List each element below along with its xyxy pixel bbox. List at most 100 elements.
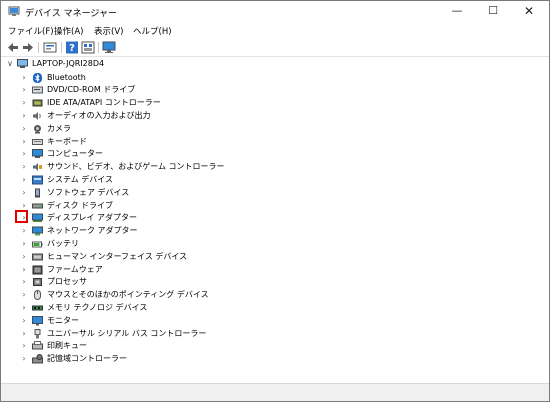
expand-chevron-icon[interactable]: › bbox=[19, 340, 29, 352]
computer-icon bbox=[32, 149, 43, 159]
expand-chevron-icon[interactable]: › bbox=[19, 238, 29, 250]
window-title: デバイス マネージャー bbox=[25, 9, 117, 19]
disk-drive-icon bbox=[32, 203, 43, 208]
expand-chevron-icon[interactable]: › bbox=[19, 264, 29, 276]
expand-chevron-icon[interactable]: › bbox=[19, 84, 29, 96]
expand-chevron-icon[interactable]: › bbox=[19, 225, 29, 237]
usb-icon bbox=[34, 328, 41, 338]
view-icon[interactable] bbox=[81, 41, 95, 54]
tree-item[interactable]: › Bluetooth bbox=[2, 72, 302, 85]
tree-item[interactable]: › バッテリ bbox=[2, 238, 302, 251]
expand-chevron-icon[interactable]: › bbox=[19, 315, 29, 327]
help-icon[interactable]: ? bbox=[65, 41, 79, 54]
expand-chevron-icon[interactable]: › bbox=[19, 97, 29, 109]
expand-chevron-icon[interactable]: › bbox=[19, 72, 29, 84]
tree-item[interactable]: › ディスプレイ アダプター bbox=[2, 212, 302, 225]
tree-item-label: カメラ bbox=[47, 123, 71, 133]
expand-chevron-icon[interactable]: › bbox=[19, 136, 29, 148]
expand-chevron-icon[interactable]: › bbox=[19, 276, 29, 288]
hid-icon bbox=[32, 253, 43, 261]
tree-item-label: プロセッサ bbox=[47, 277, 87, 287]
menu-view[interactable]: 表示(V) bbox=[94, 25, 123, 37]
tree-item[interactable]: › ディスク ドライブ bbox=[2, 200, 302, 213]
device-manager-window: デバイス マネージャー — ☐ ✕ ファイル(F) 操作(A) 表示(V) ヘル… bbox=[0, 0, 550, 402]
tree-item[interactable]: › 記憶域コントローラー bbox=[2, 353, 302, 366]
tree-item-label: ディスプレイ アダプター bbox=[47, 213, 137, 223]
expand-chevron-icon[interactable]: › bbox=[19, 289, 29, 301]
audio-icon bbox=[33, 111, 41, 120]
keyboard-icon bbox=[32, 138, 43, 145]
tree-item-label: システム デバイス bbox=[47, 174, 114, 184]
expand-chevron-icon[interactable]: › bbox=[19, 353, 29, 365]
tree-item[interactable]: › ユニバーサル シリアル バス コントローラー bbox=[2, 328, 302, 341]
camera-icon bbox=[34, 124, 41, 134]
properties-icon[interactable] bbox=[43, 41, 57, 54]
toolbar: ? bbox=[1, 39, 549, 57]
tree-item[interactable]: › カメラ bbox=[2, 123, 302, 136]
tree-item[interactable]: › ソフトウェア デバイス bbox=[2, 187, 302, 200]
menu-help[interactable]: ヘルプ(H) bbox=[133, 25, 172, 37]
expand-chevron-icon[interactable]: › bbox=[19, 328, 29, 340]
tree-item[interactable]: › DVD/CD-ROM ドライブ bbox=[2, 84, 302, 97]
tree-item-label: サウンド、ビデオ、およびゲーム コントローラー bbox=[47, 162, 225, 172]
tree-item-label: ソフトウェア デバイス bbox=[47, 187, 130, 197]
tree-item[interactable]: › ネットワーク アダプター bbox=[2, 225, 302, 238]
tree-item-label: メモリ テクノロジ デバイス bbox=[47, 302, 148, 312]
bluetooth-icon bbox=[33, 72, 42, 83]
expand-chevron-icon[interactable]: › bbox=[19, 174, 29, 186]
network-adapter-icon bbox=[32, 226, 43, 236]
maximize-button[interactable]: ☐ bbox=[475, 1, 511, 23]
monitor-icon[interactable] bbox=[102, 41, 116, 54]
tree-item[interactable]: › メモリ テクノロジ デバイス bbox=[2, 302, 302, 315]
minimize-button[interactable]: — bbox=[439, 1, 475, 23]
tree-item[interactable]: › オーディオの入力および出力 bbox=[2, 110, 302, 123]
memory-icon bbox=[32, 305, 43, 311]
device-tree[interactable]: ∨ LAPTOP-JQRI28D4 › Bluetooth › DVD/CD-ROM … bbox=[2, 58, 549, 383]
tree-item[interactable]: › ヒューマン インターフェイス デバイス bbox=[2, 251, 302, 264]
tree-item[interactable]: › 印刷キュー bbox=[2, 340, 302, 353]
display-adapter-icon bbox=[32, 213, 43, 223]
expand-chevron-icon[interactable]: › bbox=[19, 187, 29, 199]
forward-icon[interactable] bbox=[21, 41, 35, 54]
menu-file[interactable]: ファイル(F) bbox=[8, 25, 54, 37]
tree-item[interactable]: › サウンド、ビデオ、およびゲーム コントローラー bbox=[2, 161, 302, 174]
tree-item[interactable]: › コンピューター bbox=[2, 148, 302, 161]
tree-item-label: ヒューマン インターフェイス デバイス bbox=[47, 251, 188, 261]
toolbar-separator bbox=[98, 42, 99, 53]
expand-toggle[interactable]: ∨ bbox=[5, 58, 15, 70]
tree-item[interactable]: › ファームウェア bbox=[2, 264, 302, 277]
tree-item[interactable]: › キーボード bbox=[2, 136, 302, 149]
mouse-icon bbox=[34, 290, 41, 301]
tree-item[interactable]: › モニター bbox=[2, 315, 302, 328]
expand-chevron-icon[interactable]: › bbox=[19, 302, 29, 314]
monitor-icon bbox=[32, 315, 43, 326]
expand-chevron-icon[interactable]: › bbox=[19, 110, 29, 122]
expand-chevron-icon[interactable]: › bbox=[19, 251, 29, 263]
highlight-marker bbox=[15, 210, 28, 223]
expand-chevron-icon[interactable]: › bbox=[19, 161, 29, 173]
menu-action[interactable]: 操作(A) bbox=[54, 25, 83, 37]
device-manager-icon bbox=[8, 6, 20, 16]
tree-item-label: ネットワーク アダプター bbox=[47, 226, 138, 236]
print-queue-icon bbox=[32, 341, 43, 350]
back-icon[interactable] bbox=[6, 41, 20, 54]
tree-item-label: キーボード bbox=[47, 136, 87, 146]
toolbar-separator bbox=[61, 42, 62, 53]
battery-icon bbox=[32, 241, 43, 248]
menu-bar: ファイル(F) 操作(A) 表示(V) ヘルプ(H) bbox=[1, 23, 549, 39]
tree-item-label: 印刷キュー bbox=[47, 341, 87, 351]
tree-item-label: ユニバーサル シリアル バス コントローラー bbox=[47, 328, 207, 338]
ide-controller-icon bbox=[32, 99, 43, 107]
tree-item-label: DVD/CD-ROM ドライブ bbox=[47, 85, 136, 95]
tree-item[interactable]: › システム デバイス bbox=[2, 174, 302, 187]
tree-root[interactable]: ∨ LAPTOP-JQRI28D4 bbox=[2, 58, 302, 71]
tree-item[interactable]: › IDE ATA/ATAPI コントローラー bbox=[2, 97, 302, 110]
tree-item-label: モニター bbox=[47, 315, 79, 325]
expand-chevron-icon[interactable]: › bbox=[19, 148, 29, 160]
close-button[interactable]: ✕ bbox=[511, 1, 547, 23]
tree-item[interactable]: › マウスとそのほかのポインティング デバイス bbox=[2, 289, 302, 302]
tree-item-label: マウスとそのほかのポインティング デバイス bbox=[47, 290, 209, 300]
expand-chevron-icon[interactable]: › bbox=[19, 123, 29, 135]
tree-item-label: ディスク ドライブ bbox=[47, 200, 113, 210]
tree-item[interactable]: › プロセッサ bbox=[2, 276, 302, 289]
